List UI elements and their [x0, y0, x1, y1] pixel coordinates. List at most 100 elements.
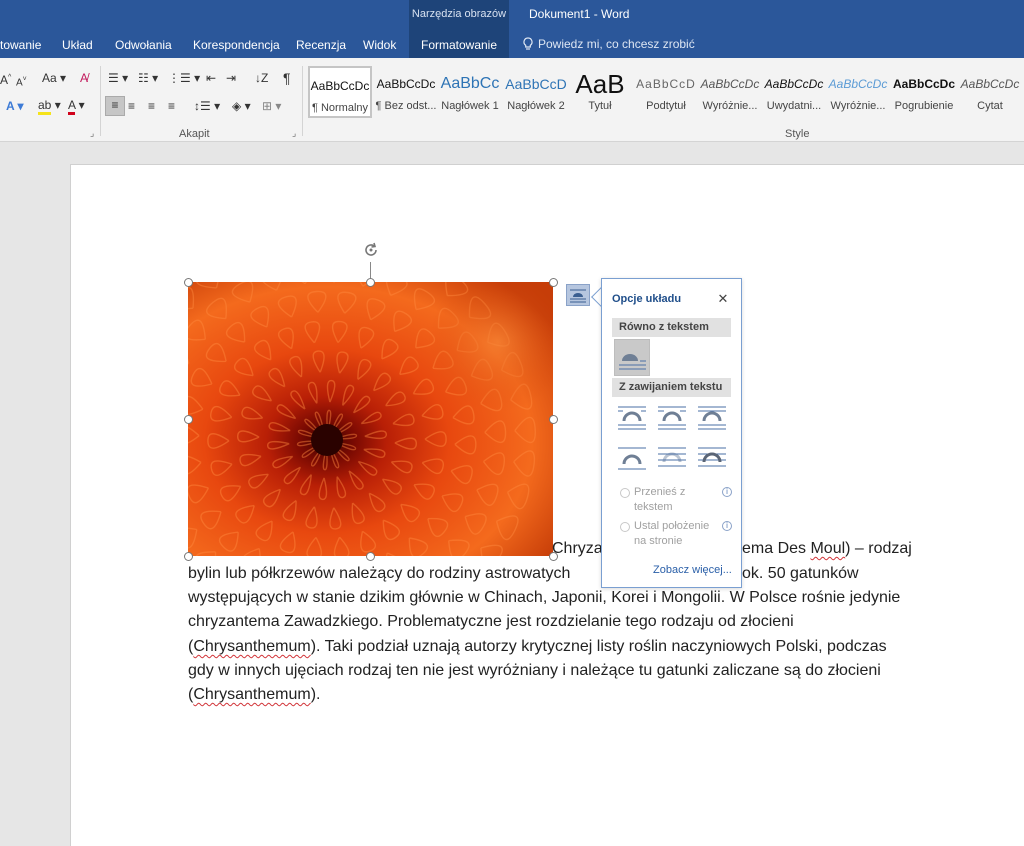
document-title: Dokument1 - Word [529, 7, 630, 21]
tell-me-box[interactable]: Powiedz mi, co chcesz zrobić [522, 37, 695, 51]
clear-formatting-icon[interactable]: A̸ [80, 70, 88, 86]
style-normal[interactable]: AaBbCcDc ¶ Normalny [308, 66, 372, 118]
flower-image [188, 282, 553, 556]
tab-review[interactable]: Recenzja [296, 38, 346, 52]
tab-mailings[interactable]: Korespondencja [193, 38, 280, 52]
styles-gallery: AaBbCcDc ¶ Normalny AaBbCcDc ¶ Bez odst.… [308, 66, 1024, 118]
wrap-behind-icon [658, 447, 686, 467]
resize-handle-top-left[interactable] [184, 278, 193, 287]
wrap-inline-icon [619, 354, 646, 370]
style-label: Podtytuł [646, 100, 686, 112]
style-label: Pogrubienie [894, 100, 954, 112]
align-right-icon[interactable]: ≡ [148, 98, 155, 114]
style-preview: AaBbCcD [505, 76, 567, 92]
style-preview: AaBbCcD [636, 77, 696, 91]
wrap-tight-option[interactable] [656, 403, 688, 433]
style-label: Uwydatni... [766, 100, 822, 112]
style-label: ¶ Bez odst... [375, 100, 437, 112]
resize-handle-bottom[interactable] [366, 552, 375, 561]
context-group-label: Narzędzia obrazów [411, 8, 507, 20]
tab-home-partial[interactable]: towanie [0, 38, 41, 52]
popup-title: Opcje układu [612, 293, 682, 305]
wrap-through-option[interactable] [696, 403, 728, 433]
label-line: Przenieś z [634, 486, 686, 498]
style-preview: AaBbCcDc [892, 77, 955, 91]
style-label: Wyróżnie... [830, 100, 886, 112]
style-label: ¶ Normalny [311, 102, 369, 114]
style-quote[interactable]: AaBbCcDc Cytat [958, 66, 1022, 118]
resize-handle-top[interactable] [366, 278, 375, 287]
paragraph-line-4: chryzantema Zawadzkiego. Problematyczne … [188, 613, 794, 630]
rotate-handle-icon[interactable] [361, 240, 381, 260]
see-more-link[interactable]: Zobacz więcej... [653, 564, 732, 576]
style-preview: AaB [575, 69, 625, 99]
paragraph-line-6: gdy w innych ujęciach rodzaj ten nie jes… [188, 662, 881, 679]
style-intense-emphasis[interactable]: AaBbCcDc Wyróżnie... [826, 66, 890, 118]
paragraph-dialog-launcher-icon[interactable]: ⌟ [292, 128, 296, 139]
style-heading-1[interactable]: AaBbCc Nagłówek 1 [438, 66, 502, 118]
style-strong[interactable]: AaBbCcDc Pogrubienie [892, 66, 956, 118]
borders-icon[interactable]: ⊞ ▾ [262, 98, 281, 114]
numbering-icon[interactable]: ☷ ▾ [138, 70, 158, 86]
font-color-icon[interactable]: A ▾ [68, 97, 85, 115]
style-subtitle[interactable]: AaBbCcD Podtytuł [634, 66, 698, 118]
tab-references[interactable]: Odwołania [115, 38, 172, 52]
move-with-text-radio[interactable] [620, 488, 630, 498]
resize-handle-top-right[interactable] [549, 278, 558, 287]
resize-handle-left[interactable] [184, 415, 193, 424]
font-dialog-launcher-icon[interactable]: ⌟ [90, 128, 94, 139]
tab-format[interactable]: Formatowanie [409, 30, 509, 58]
wrap-in-front-option[interactable] [696, 442, 728, 472]
tab-view[interactable]: Widok [363, 38, 396, 52]
align-left-icon[interactable]: ≡ [105, 96, 125, 116]
chrysanthemum-picture[interactable] [188, 282, 553, 556]
resize-handle-bottom-left[interactable] [184, 552, 193, 561]
highlight-icon[interactable]: ab ▾ [38, 97, 61, 115]
change-case-button[interactable]: Aa ▾ [42, 70, 66, 86]
style-no-spacing[interactable]: AaBbCcDc ¶ Bez odst... [374, 66, 438, 118]
wrap-square-icon [618, 406, 646, 430]
increase-indent-icon[interactable]: ⇥ [226, 70, 236, 86]
style-emphasis[interactable]: AaBbCcDc Uwydatni... [762, 66, 826, 118]
grow-font-icon[interactable]: A^ [0, 70, 11, 88]
text-effects-icon[interactable]: A ▾ [6, 98, 24, 114]
fix-position-label: Ustal położenie na stronie [634, 519, 709, 549]
line-spacing-icon[interactable]: ↕☰ ▾ [194, 98, 220, 114]
shading-icon[interactable]: ◈ ▾ [232, 98, 251, 114]
tab-layout[interactable]: Układ [62, 38, 93, 52]
style-heading-2[interactable]: AaBbCcD Nagłówek 2 [504, 66, 568, 118]
decrease-indent-icon[interactable]: ⇤ [206, 70, 216, 86]
wrap-text-icon [570, 289, 586, 303]
wrap-top-bottom-icon [618, 447, 646, 470]
shrink-font-icon[interactable]: A˅ [16, 72, 27, 91]
info-icon[interactable]: i [722, 487, 732, 497]
wrap-tight-icon [658, 406, 686, 430]
style-title[interactable]: AaB Tytuł [568, 66, 632, 118]
paragraph-line-2-start: bylin lub półkrzewów należący do rodziny… [188, 565, 571, 582]
align-center-icon[interactable]: ≡ [128, 98, 135, 114]
label-line: tekstem [634, 501, 673, 513]
wrap-top-bottom-option[interactable] [616, 442, 648, 472]
wrap-square-option[interactable] [616, 403, 648, 433]
sort-icon[interactable]: ↓Z [255, 70, 268, 86]
paragraph-line-7: (Chrysanthemum). [188, 686, 320, 704]
info-icon[interactable]: i [722, 521, 732, 531]
fix-position-radio[interactable] [620, 522, 630, 532]
label-line: na stronie [634, 535, 683, 547]
justify-icon[interactable]: ≡ [168, 98, 175, 114]
layout-options-button[interactable] [566, 284, 590, 306]
show-marks-icon[interactable]: ¶ [283, 70, 291, 86]
style-label: Cytat [977, 100, 1003, 112]
wrap-behind-text-option[interactable] [656, 442, 688, 472]
style-preview: AaBbCc [440, 75, 500, 92]
label-line: Ustal położenie [634, 520, 710, 532]
resize-handle-right[interactable] [549, 415, 558, 424]
close-icon[interactable]: ✕ [715, 291, 731, 307]
spelling-error: Chrysanthemum [193, 638, 311, 655]
style-subtle-emphasis[interactable]: AaBbCcDc Wyróżnie... [698, 66, 762, 118]
section-inline-header: Równo z tekstem [612, 318, 731, 337]
multilevel-list-icon[interactable]: ⋮☰ ▾ [168, 70, 200, 86]
paragraph-line-5: (Chrysanthemum). Taki podział uznają aut… [188, 638, 887, 656]
bullets-icon[interactable]: ☰ ▾ [108, 70, 128, 86]
wrap-inline-option[interactable] [614, 339, 650, 376]
